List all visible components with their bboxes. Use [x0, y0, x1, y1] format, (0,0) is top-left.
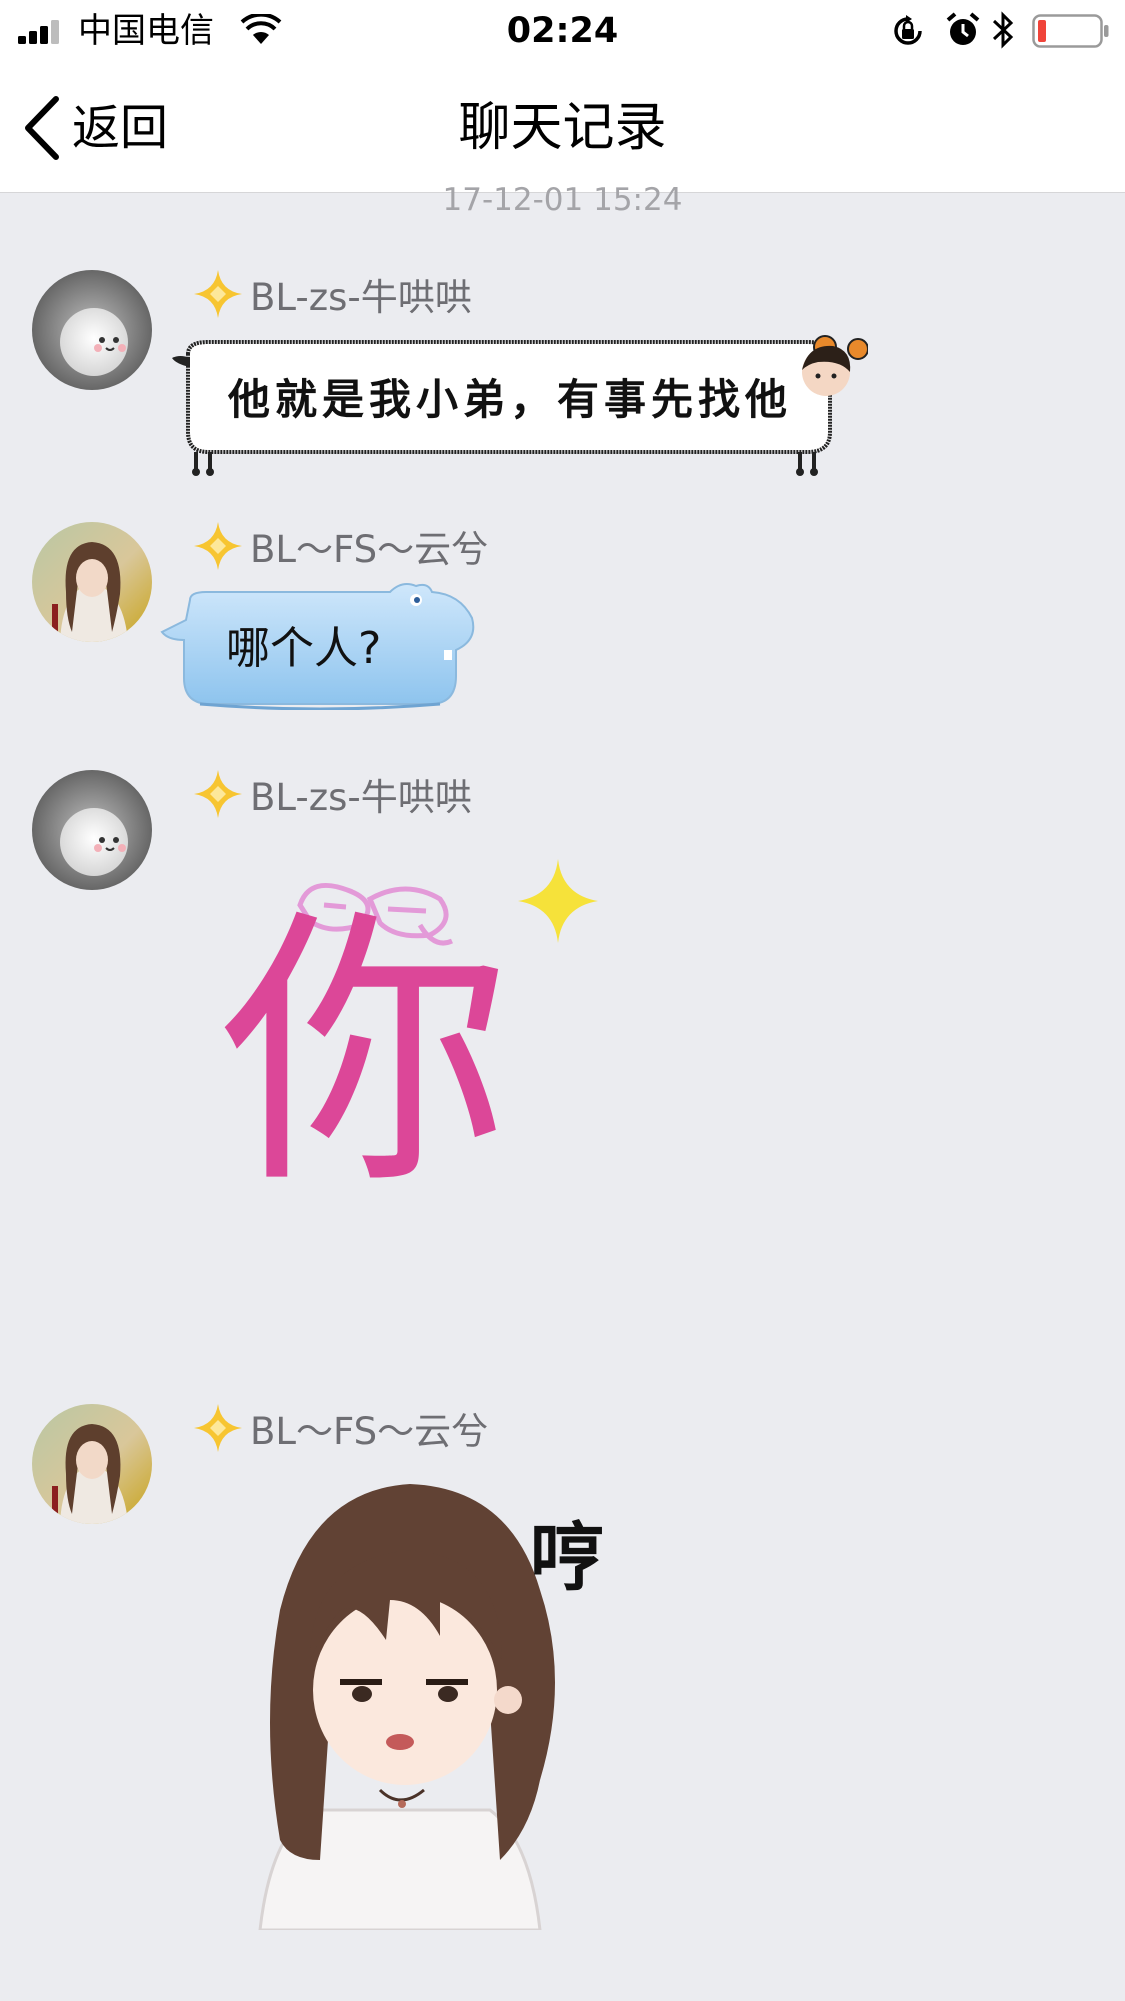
avatar[interactable] [32, 770, 152, 890]
sender-name: BL～FS～云兮 [250, 528, 489, 571]
star-badge-icon [194, 270, 242, 318]
star-badge-icon [194, 1404, 242, 1452]
sticker-message[interactable]: 哼 [240, 1460, 630, 1930]
message-bubble[interactable]: 他就是我小弟，有事先找他 [168, 332, 868, 482]
sender-name: BL-zs-牛哄哄 [250, 776, 472, 819]
message-text: 哪个人? [226, 623, 382, 674]
avatar[interactable] [32, 270, 152, 390]
avatar[interactable] [32, 1404, 152, 1524]
sticker-text: 你 [220, 886, 510, 1223]
girl-avatar-image [32, 522, 152, 642]
alarm-icon [946, 12, 980, 45]
status-bar: 中国电信 02:24 [0, 0, 1125, 62]
message-bubble[interactable]: 哪个人? [160, 580, 480, 710]
message-timestamp: 17-12-01 15:24 [442, 182, 683, 218]
message-text: 他就是我小弟，有事先找他 [228, 375, 793, 424]
sender-name: BL～FS～云兮 [250, 1410, 489, 1453]
girl-avatar-image [32, 1404, 152, 1524]
sender-name-row[interactable]: BL～FS～云兮 [192, 518, 488, 574]
nav-bar: 返回 聊天记录 [0, 62, 1125, 193]
page-title: 聊天记录 [458, 98, 667, 158]
battery-icon [1032, 14, 1109, 48]
orientation-lock-icon [894, 15, 922, 45]
sticker-text: 哼 [530, 1515, 604, 1601]
bluetooth-icon [992, 11, 1014, 49]
sticker-message[interactable]: 你 [220, 855, 610, 1235]
avatar[interactable] [32, 522, 152, 642]
sender-name: BL-zs-牛哄哄 [250, 276, 472, 319]
star-badge-icon [194, 770, 242, 818]
sender-name-row[interactable]: BL-zs-牛哄哄 [192, 266, 472, 322]
sender-name-row[interactable]: BL～FS～云兮 [192, 1400, 488, 1456]
sender-name-row[interactable]: BL-zs-牛哄哄 [192, 766, 472, 822]
fluffy-avatar-image [32, 770, 152, 890]
fluffy-avatar-image [32, 270, 152, 390]
star-badge-icon [194, 522, 242, 570]
